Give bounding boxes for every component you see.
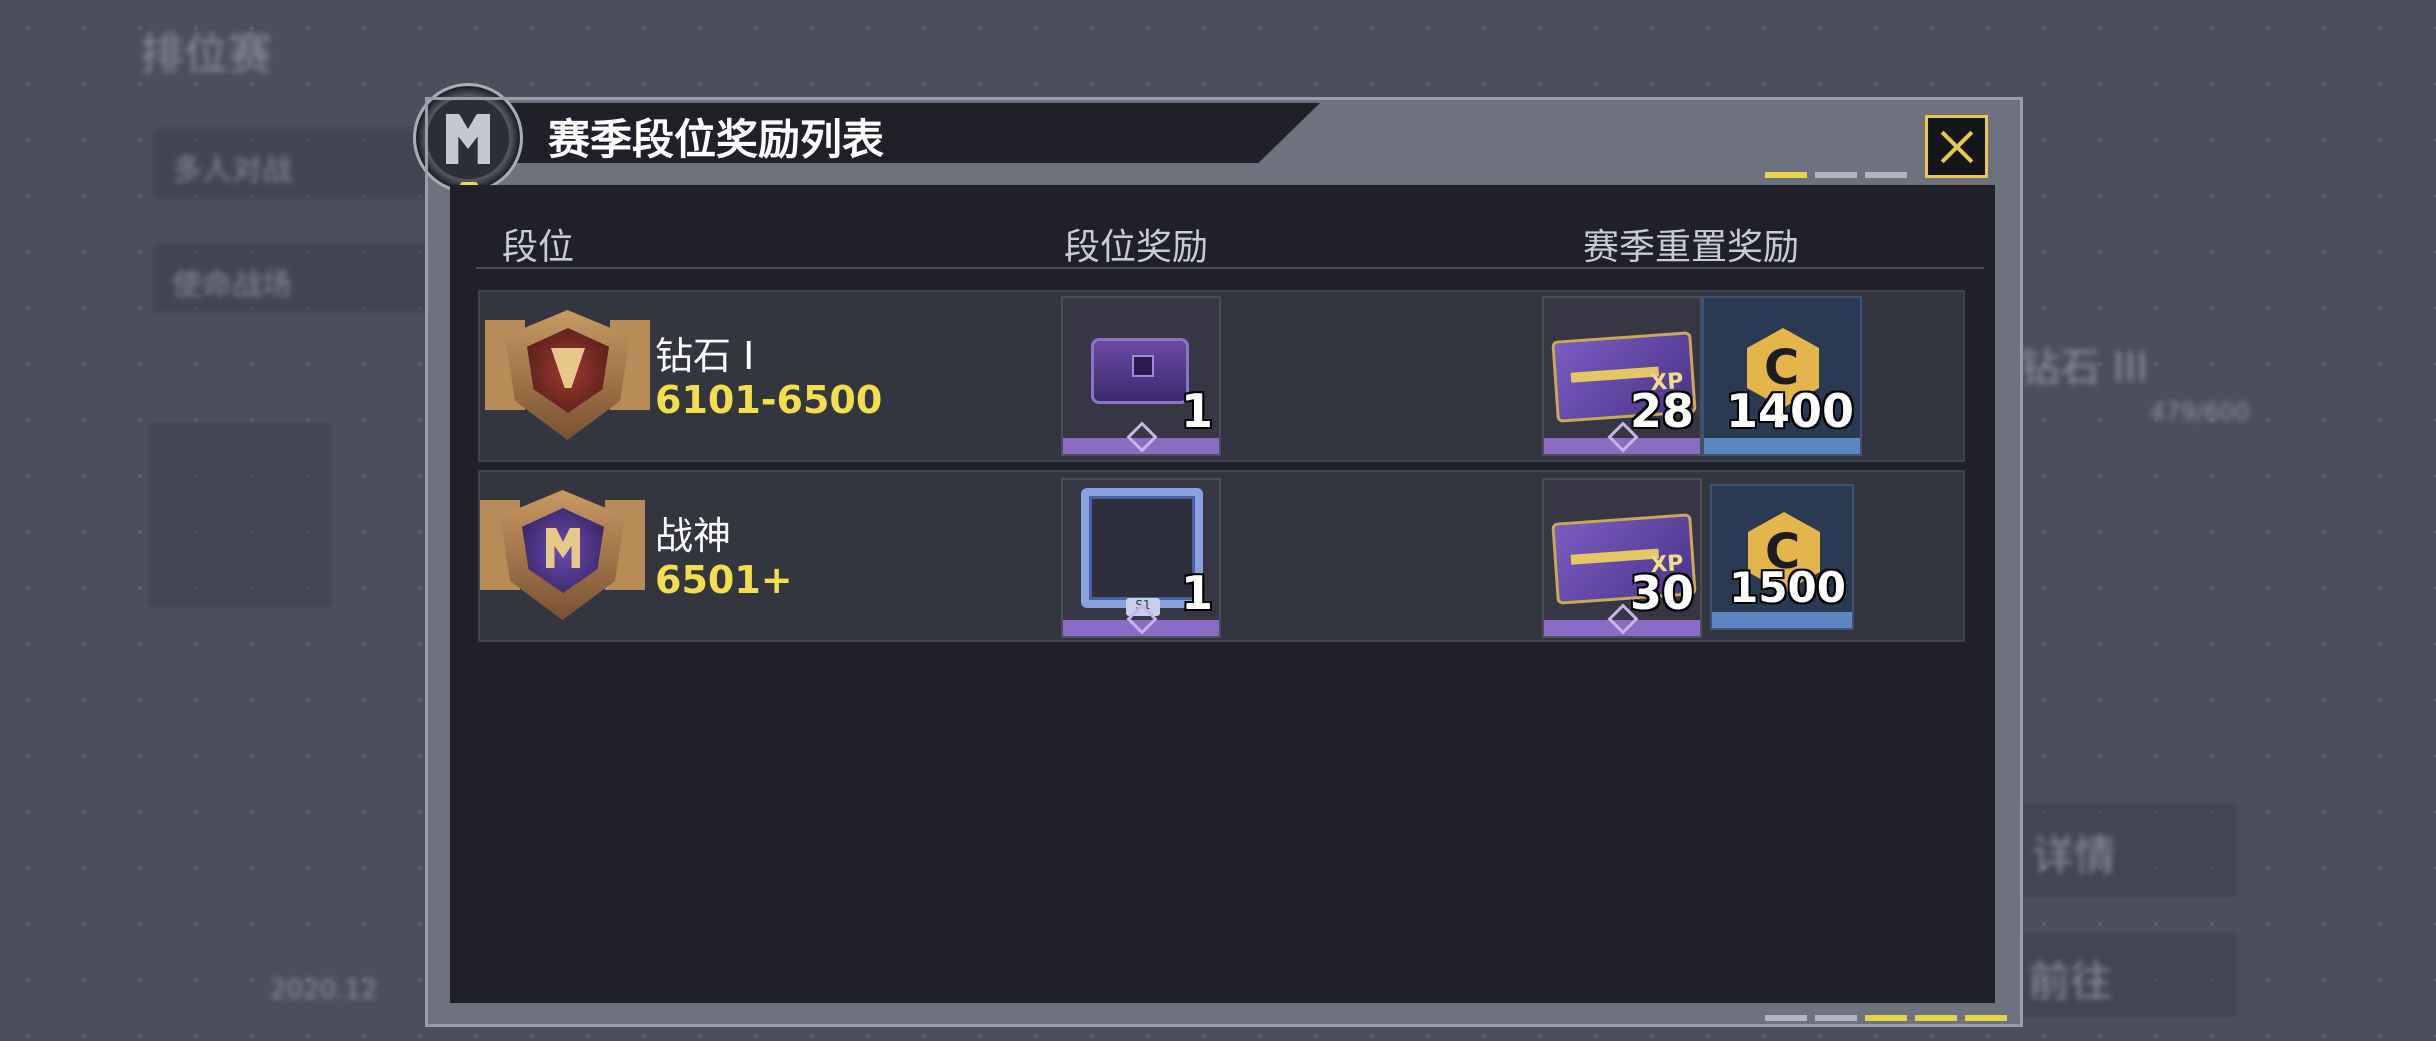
- reward-quantity: 30: [1629, 566, 1694, 620]
- rifle-icon: [1570, 366, 1660, 383]
- page-dot: [1815, 172, 1857, 178]
- rank-name: 战神: [655, 514, 732, 558]
- rarity-bar: [1712, 612, 1852, 628]
- page-dot: [1915, 1015, 1957, 1021]
- rank-score-range: 6501+: [655, 558, 793, 602]
- rarity-bar: [1704, 438, 1860, 454]
- page-dot: [1765, 172, 1807, 178]
- background-tab-battle-royale: 使命战场: [150, 240, 450, 316]
- reset-reward-tile[interactable]: 1500: [1710, 484, 1854, 630]
- weapon-crate-icon: [1091, 338, 1189, 404]
- background-details-button: 详情: [2010, 800, 2240, 900]
- reset-reward-tile[interactable]: XP 28: [1542, 296, 1702, 456]
- column-header-rank: 段位: [502, 227, 575, 268]
- page-dot: [1865, 172, 1907, 178]
- diamond-rank-medal-icon: [485, 300, 650, 450]
- top-page-indicator: [1765, 172, 1907, 178]
- bottom-page-indicator: [1765, 1015, 2007, 1021]
- page-dot: [1865, 1015, 1907, 1021]
- reset-reward-tile[interactable]: XP 30: [1542, 478, 1702, 638]
- reward-quantity: 1: [1180, 566, 1213, 620]
- background-card: [145, 420, 335, 610]
- modal-emblem-icon: [413, 83, 523, 193]
- rank-reward-tile[interactable]: 1: [1061, 296, 1221, 456]
- background-page-title: 排位赛: [140, 29, 272, 80]
- reset-reward-tile[interactable]: 1400: [1702, 296, 1862, 456]
- background-progress: 479/600: [2150, 398, 2250, 426]
- background-go-button: 前往: [2010, 930, 2240, 1020]
- legendary-rank-medal-icon: [480, 480, 645, 630]
- page-dot: [1965, 1015, 2007, 1021]
- rifle-icon: [1570, 548, 1660, 565]
- page-dot: [1815, 1015, 1857, 1021]
- background-rank-label: 钻石 III: [2020, 345, 2149, 391]
- column-header-reset-reward: 赛季重置奖励: [1583, 227, 1800, 268]
- close-button[interactable]: [1925, 115, 1988, 178]
- page-dot: [1765, 1015, 1807, 1021]
- column-header-rank-reward: 段位奖励: [1064, 227, 1209, 268]
- reward-quantity: 1500: [1729, 563, 1846, 612]
- emblem-m-glyph: [446, 114, 490, 164]
- header-divider: [476, 267, 1984, 269]
- reward-quantity: 28: [1629, 384, 1694, 438]
- reward-quantity: 1400: [1725, 384, 1854, 438]
- rank-reward-tile[interactable]: S1 1: [1061, 478, 1221, 638]
- background-tab-multiplayer: 多人对战: [150, 125, 450, 201]
- reward-quantity: 1: [1180, 384, 1213, 438]
- rank-score-range: 6101-6500: [655, 378, 883, 422]
- modal-title: 赛季段位奖励列表: [548, 115, 885, 164]
- rank-name: 钻石 I: [655, 334, 755, 378]
- background-season-date: 2020.12: [270, 975, 378, 1005]
